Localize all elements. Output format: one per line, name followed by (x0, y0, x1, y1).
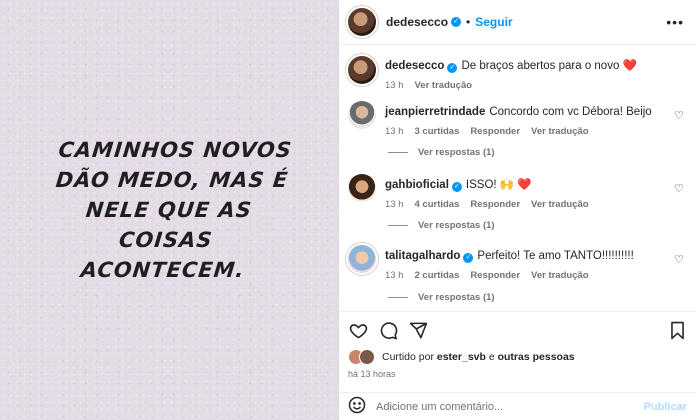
reply-button[interactable]: Responder (470, 126, 520, 137)
replies-line (388, 297, 408, 298)
commenter-username[interactable]: gahbioficial (385, 179, 449, 191)
author-username[interactable]: dedesecco (386, 15, 448, 29)
liked-by-prefix: Curtido por (382, 351, 434, 363)
commenter-avatar[interactable] (348, 174, 376, 202)
comment-input[interactable] (376, 401, 626, 413)
emoji-icon[interactable] (348, 396, 366, 419)
red-heart-emoji: ❤️ (622, 60, 637, 72)
liked-by-others[interactable]: outras pessoas (498, 351, 575, 363)
post-actions: Curtido por ester_svb e outras pessoas h… (339, 311, 696, 420)
commenter-username[interactable]: jeanpierretrindade (385, 106, 485, 118)
translate-button[interactable]: Ver tradução (531, 199, 589, 210)
comment-likes[interactable]: 2 curtidas (415, 270, 460, 281)
caption-translate-button[interactable]: Ver tradução (415, 80, 473, 91)
liked-by[interactable]: Curtido por ester_svb e outras pessoas (348, 349, 575, 365)
verified-badge-icon: ✓ (451, 182, 462, 192)
comment-icon[interactable] (378, 320, 398, 340)
verified-badge-icon: ✓ (447, 63, 458, 73)
liker-avatars (348, 349, 376, 365)
view-replies-button[interactable]: Ver respostas (1) (388, 220, 495, 231)
commenter-avatar[interactable] (348, 245, 376, 273)
quote-line-2: dão medo, mas é (54, 168, 290, 192)
caption-time: 13 h (385, 80, 404, 91)
comment-likes[interactable]: 3 curtidas (415, 126, 460, 137)
comment-time: 13 h (385, 270, 404, 281)
comment-time: 13 h (385, 126, 404, 137)
post-side-panel: dedesecco ✓ • Seguir ••• dedesecco ✓ De br… (339, 0, 696, 420)
separator-dot: • (466, 15, 471, 29)
caption-username[interactable]: dedesecco (385, 60, 444, 72)
replies-line (388, 152, 408, 153)
post-time-ago: há 13 horas (348, 369, 396, 379)
share-icon[interactable] (408, 320, 428, 340)
view-replies-label: Ver respostas (1) (418, 220, 495, 231)
comment-time: 13 h (385, 199, 404, 210)
view-replies-label: Ver respostas (1) (418, 147, 495, 158)
comment-like-heart-icon[interactable]: ♡ (674, 109, 684, 122)
liked-by-user[interactable]: ester_svb (437, 351, 486, 363)
post-quote: Caminhos novos dão medo, mas é nele que … (31, 135, 307, 285)
comment-likes[interactable]: 4 curtidas (415, 199, 460, 210)
caption-row: dedesecco ✓ De braços abertos para o novo … (348, 56, 688, 96)
quote-line-4: acontecem. (79, 258, 246, 282)
add-comment-bar: Publicar (339, 392, 696, 420)
comment-text: Concordo com vc Débora! Beijo (489, 106, 652, 118)
caption-text: De braços abertos para o novo (461, 60, 620, 72)
follow-button[interactable]: Seguir (475, 15, 512, 29)
heart-icon[interactable] (348, 320, 368, 340)
comment-text: Perfeito! Te amo TANTO!!!!!!!!!! (477, 250, 634, 262)
view-replies-label: Ver respostas (1) (418, 292, 495, 303)
post-image: Caminhos novos dão medo, mas é nele que … (0, 0, 338, 420)
caption-avatar[interactable] (348, 56, 376, 84)
translate-button[interactable]: Ver tradução (531, 270, 589, 281)
comment-row: jeanpierretrindade Concordo com vc Débora… (348, 101, 688, 141)
author-avatar[interactable] (348, 8, 376, 36)
comment-row: gahbioficial ✓ ISSO! 🙌 ❤️ 13 h 4 curtidas Re… (348, 174, 688, 214)
comment-like-heart-icon[interactable]: ♡ (674, 182, 684, 195)
commenter-avatar[interactable] (348, 101, 376, 129)
comment-row: talitagalhardo ✓ Perfeito! Te amo TANTO!!!… (348, 245, 688, 285)
bookmark-icon[interactable] (667, 320, 687, 340)
reply-button[interactable]: Responder (470, 270, 520, 281)
view-replies-button[interactable]: Ver respostas (1) (388, 292, 495, 303)
commenter-username[interactable]: talitagalhardo (385, 250, 460, 262)
translate-button[interactable]: Ver tradução (531, 126, 589, 137)
comments-list: dedesecco ✓ De braços abertos para o novo … (339, 46, 696, 311)
replies-line (388, 225, 408, 226)
liked-by-connector: e (488, 351, 495, 363)
reply-button[interactable]: Responder (470, 199, 520, 210)
quote-line-1: Caminhos novos (57, 138, 294, 162)
view-replies-button[interactable]: Ver respostas (1) (388, 147, 495, 158)
post-header: dedesecco ✓ • Seguir ••• (339, 0, 696, 45)
comment-like-heart-icon[interactable]: ♡ (674, 253, 684, 266)
more-options-icon[interactable]: ••• (666, 14, 684, 30)
comment-text: ISSO! 🙌 ❤️ (465, 179, 532, 191)
verified-badge-icon: ✓ (451, 17, 462, 27)
publish-button[interactable]: Publicar (644, 401, 687, 413)
verified-badge-icon: ✓ (463, 253, 474, 263)
quote-line-3: nele que as coisas (84, 198, 254, 252)
